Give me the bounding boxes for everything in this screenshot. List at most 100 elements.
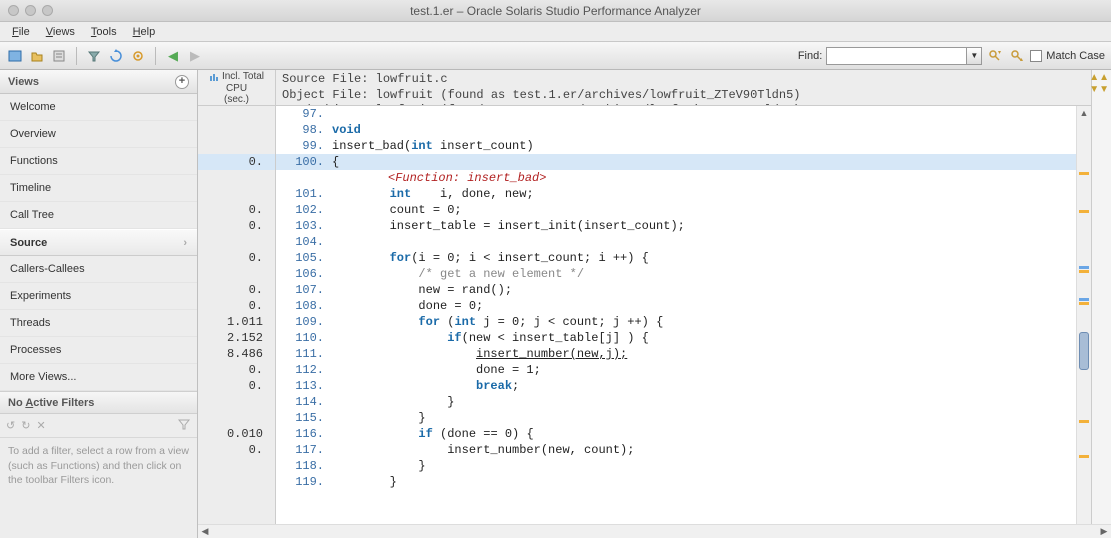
source-line[interactable]: 101. int i, done, new; (276, 186, 1091, 202)
find-up-icon[interactable] (986, 47, 1004, 65)
sidebar-item-source[interactable]: Source› (0, 229, 197, 256)
sidebar-item-label: Processes (10, 344, 61, 356)
metric-cell: 0. (198, 362, 275, 378)
source-line[interactable]: 103. insert_table = insert_init(insert_c… (276, 218, 1091, 234)
metric-cell (198, 394, 275, 410)
line-number: 102. (276, 202, 328, 218)
source-line[interactable]: 99.insert_bad(int insert_count) (276, 138, 1091, 154)
sidebar-item-label: Callers-Callees (10, 263, 85, 275)
source-code: } (328, 474, 1091, 490)
close-window-button[interactable] (8, 5, 19, 16)
source-code: done = 1; (328, 362, 1091, 378)
sidebar-item-callers-callees[interactable]: Callers-Callees (0, 256, 197, 283)
sidebar-item-functions[interactable]: Functions (0, 148, 197, 175)
gear-icon[interactable] (129, 47, 147, 65)
line-number: 99. (276, 138, 328, 154)
source-line[interactable]: 112. done = 1; (276, 362, 1091, 378)
source-line[interactable]: 116. if (done == 0) { (276, 426, 1091, 442)
source-line[interactable]: 114. } (276, 394, 1091, 410)
match-case-label: Match Case (1046, 50, 1105, 62)
back-icon[interactable]: ◀ (164, 47, 182, 65)
metric-icon (209, 72, 219, 82)
sidebar-item-threads[interactable]: Threads (0, 310, 197, 337)
forward-icon[interactable]: ▶ (186, 47, 204, 65)
source-line[interactable]: 109. for (int j = 0; j < count; j ++) { (276, 314, 1091, 330)
sidebar-item-call-tree[interactable]: Call Tree (0, 202, 197, 229)
source-line[interactable]: 104. (276, 234, 1091, 250)
line-number: 101. (276, 186, 328, 202)
refresh-icon[interactable] (107, 47, 125, 65)
sidebar-item-more-views-[interactable]: More Views... (0, 364, 197, 391)
source-code (328, 234, 1091, 250)
source-line[interactable]: 105. for(i = 0; i < insert_count; i ++) … (276, 250, 1091, 266)
source-line[interactable]: 113. break; (276, 378, 1091, 394)
sidebar-item-label: More Views... (10, 371, 76, 383)
source-line[interactable]: 110. if(new < insert_table[j] ) { (276, 330, 1091, 346)
source-line[interactable]: 117. insert_number(new, count); (276, 442, 1091, 458)
menu-tools[interactable]: Tools (83, 24, 125, 40)
vertical-scrollbar[interactable]: ▲ ▼ (1076, 106, 1091, 538)
metric-cell (198, 266, 275, 282)
match-case-checkbox[interactable] (1030, 50, 1042, 62)
source-line[interactable]: 107. new = rand(); (276, 282, 1091, 298)
add-view-button[interactable]: + (175, 75, 189, 89)
source-line[interactable]: 98.void (276, 122, 1091, 138)
metric-cell: 0. (198, 442, 275, 458)
filters-help-text: To add a filter, select a row from a vie… (0, 438, 197, 494)
source-line[interactable]: 118. } (276, 458, 1091, 474)
menu-views[interactable]: Views (38, 24, 83, 40)
source-line[interactable]: 106. /* get a new element */ (276, 266, 1091, 282)
metric-cell: 2.152 (198, 330, 275, 346)
sidebar-item-timeline[interactable]: Timeline (0, 175, 197, 202)
source-code: for (int j = 0; j < count; j ++) { (328, 314, 1091, 330)
redo-icon[interactable]: ↻ (21, 419, 30, 432)
toolbar-icon-3[interactable] (50, 47, 68, 65)
line-number: 105. (276, 250, 328, 266)
source-code: count = 0; (328, 202, 1091, 218)
sidebar-item-welcome[interactable]: Welcome (0, 94, 197, 121)
sidebar-item-processes[interactable]: Processes (0, 337, 197, 364)
metric-cell (198, 122, 275, 138)
find-input[interactable] (826, 47, 966, 65)
source-view: Incl. Total CPU (sec.) 0.0.0.0.0.0.1.011… (198, 70, 1111, 538)
toolbar-icon-2[interactable] (28, 47, 46, 65)
sidebar-item-overview[interactable]: Overview (0, 121, 197, 148)
metric-column-header[interactable]: Incl. Total CPU (sec.) (198, 70, 275, 106)
menu-help[interactable]: Help (125, 24, 164, 40)
filter-icon[interactable] (85, 47, 103, 65)
source-line[interactable]: 115. } (276, 410, 1091, 426)
source-line[interactable]: 100.{ (276, 154, 1091, 170)
minimize-window-button[interactable] (25, 5, 36, 16)
line-number: 116. (276, 426, 328, 442)
metric-cell: 0. (198, 218, 275, 234)
sidebar-item-experiments[interactable]: Experiments (0, 283, 197, 310)
metric-cell: 1.011 (198, 314, 275, 330)
source-code: int i, done, new; (328, 186, 1091, 202)
nav-up-icon[interactable]: ▲▲ (1089, 72, 1109, 83)
filters-title: No Active Filters (8, 397, 94, 409)
sidebar-item-label: Threads (10, 317, 50, 329)
source-line[interactable]: 111. insert_number(new,j); (276, 346, 1091, 362)
horizontal-scrollbar[interactable]: ◀ ▶ (198, 524, 1111, 538)
delete-filter-icon[interactable]: ✕ (36, 419, 45, 432)
source-code: <Function: insert_bad> (328, 170, 1091, 186)
funnel-icon[interactable] (177, 417, 191, 434)
source-line[interactable]: 97. (276, 106, 1091, 122)
zoom-window-button[interactable] (42, 5, 53, 16)
line-number (276, 170, 328, 186)
line-number: 118. (276, 458, 328, 474)
menu-file[interactable]: File (4, 24, 38, 40)
metric-cell: 0. (198, 298, 275, 314)
find-down-icon[interactable] (1008, 47, 1026, 65)
source-line[interactable]: 102. count = 0; (276, 202, 1091, 218)
line-number: 110. (276, 330, 328, 346)
source-code (328, 106, 1091, 122)
source-line[interactable]: 119. } (276, 474, 1091, 490)
metric-cell: 8.486 (198, 346, 275, 362)
toolbar-icon-1[interactable] (6, 47, 24, 65)
undo-icon[interactable]: ↺ (6, 419, 15, 432)
source-line[interactable]: <Function: insert_bad> (276, 170, 1091, 186)
nav-down-icon[interactable]: ▼▼ (1089, 84, 1109, 95)
source-line[interactable]: 108. done = 0; (276, 298, 1091, 314)
find-dropdown-button[interactable]: ▼ (966, 47, 982, 65)
